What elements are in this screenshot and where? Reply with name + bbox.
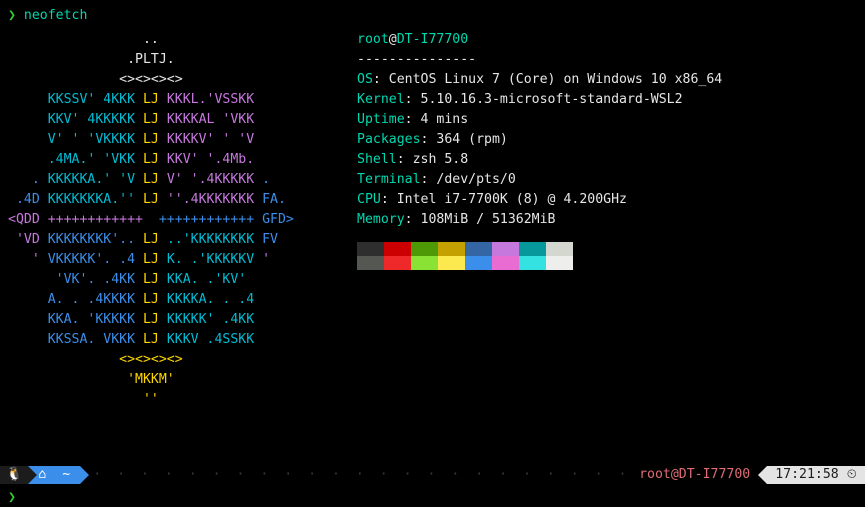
logo-line: <><><><> [8,70,343,90]
color-swatch [411,256,438,270]
prompt-sign: ❯ [8,490,16,505]
segment-arrow-icon [28,466,37,484]
color-swatch [492,256,519,270]
color-swatch [546,242,573,256]
segment-arrow-icon [80,466,89,484]
color-swatch [465,256,492,270]
system-info-block: root@DT-I77700 --------------- OS: CentO… [357,30,722,270]
info-value: : 364 (rpm) [421,132,508,147]
logo-line: 'VK'. .4KK LJ KKA. .'KV' [8,270,343,290]
info-label: Terminal [357,172,421,187]
color-swatch [384,242,411,256]
logo-line: <><><><> [8,350,343,370]
info-value: : 108MiB / 51362MiB [405,212,556,227]
color-swatch [492,242,519,256]
clock-time: 17:21:58 [775,465,839,485]
color-swatch [438,242,465,256]
command-line: ❯ neofetch [8,6,87,26]
filler-dots: · · · · · · · · · · · · · · · · · · · · … [89,465,631,485]
status-bar: 🐧 ⌂ ~ · · · · · · · · · · · · · · · · · … [0,466,865,484]
distro-ascii-logo: .. .PLTJ. <><><><> KKSSV' 4KKK LJ KKKL.'… [8,30,343,410]
info-label: Packages [357,132,421,147]
color-swatch [384,256,411,270]
username: root [357,32,389,47]
info-value: : 4 mins [405,112,469,127]
home-icon: ⌂ [38,465,46,485]
logo-line: KKSSV' 4KKK LJ KKKL.'VSSKK [8,90,343,110]
separator-line: --------------- [357,50,722,70]
os-segment: 🐧 [0,466,28,484]
info-line: CPU: Intel i7-7700K (8) @ 4.200GHz [357,190,722,210]
color-swatch [411,242,438,256]
color-swatch [357,242,384,256]
info-label: Kernel [357,92,405,107]
info-line: OS: CentOS Linux 7 (Core) on Windows 10 … [357,70,722,90]
status-userhost: root@DT-I77700 [631,465,758,485]
logo-line: V' ' 'VKKKK LJ KKKKV' ' 'V [8,130,343,150]
info-line: Packages: 364 (rpm) [357,130,722,150]
info-line: Kernel: 5.10.16.3-microsoft-standard-WSL… [357,90,722,110]
clock-icon: ⏲ [847,465,857,485]
logo-line: <QDD ++++++++++++ ++++++++++++ GFD> [8,210,343,230]
info-label: Memory [357,212,405,227]
logo-line: A. . .4KKKK LJ KKKKA. . .4 [8,290,343,310]
time-segment: 17:21:58 ⏲ [767,466,865,484]
hostname: DT-I77700 [397,32,468,47]
color-swatch [438,256,465,270]
logo-line: .4D KKKKKKKA.'' LJ ''.4KKKKKKK FA. [8,190,343,210]
color-swatch [519,256,546,270]
color-swatch [546,256,573,270]
color-swatch [519,242,546,256]
logo-line: 'MKKM' [8,370,343,390]
logo-line: .4MA.' 'VKK LJ KKV' '.4Mb. [8,150,343,170]
info-value: : zsh 5.8 [397,152,468,167]
color-palette [357,242,722,270]
linux-icon: 🐧 [6,465,22,485]
info-label: CPU [357,192,381,207]
prompt-line[interactable]: ❯ [8,488,16,507]
color-swatch [465,242,492,256]
logo-line: .PLTJ. [8,50,343,70]
prompt-sign: ❯ [8,8,16,23]
info-label: Uptime [357,112,405,127]
logo-line: 'VD KKKKKKKK'.. LJ ..'KKKKKKKK FV [8,230,343,250]
logo-line: ' VKKKKK'. .4 LJ K. .'KKKKKV ' [8,250,343,270]
user-at-host: root@DT-I77700 [357,30,722,50]
info-value: : CentOS Linux 7 (Core) on Windows 10 x8… [373,72,722,87]
logo-line: '' [8,390,343,410]
info-value: : 5.10.16.3-microsoft-standard-WSL2 [405,92,683,107]
info-value: : /dev/pts/0 [421,172,516,187]
info-line: Memory: 108MiB / 51362MiB [357,210,722,230]
info-label: OS [357,72,373,87]
segment-arrow-icon [758,466,767,484]
logo-line: .. [8,30,343,50]
info-line: Shell: zsh 5.8 [357,150,722,170]
cwd: ~ [62,465,70,485]
terminal-window[interactable]: ❯ neofetch .. .PLTJ. <><><><> KKSSV' 4KK… [0,0,865,507]
logo-line: KKV' 4KKKKK LJ KKKKAL 'VKK [8,110,343,130]
info-label: Shell [357,152,397,167]
at-sign: @ [389,32,397,47]
info-value: : Intel i7-7700K (8) @ 4.200GHz [381,192,627,207]
logo-line: . KKKKKA.' 'V LJ V' '.4KKKKK . [8,170,343,190]
info-line: Terminal: /dev/pts/0 [357,170,722,190]
logo-line: KKSSA. VKKK LJ KKKV .4SSKK [8,330,343,350]
color-swatch [357,256,384,270]
info-line: Uptime: 4 mins [357,110,722,130]
typed-command: neofetch [24,8,88,23]
logo-line: KKA. 'KKKKK LJ KKKKK' .4KK [8,310,343,330]
